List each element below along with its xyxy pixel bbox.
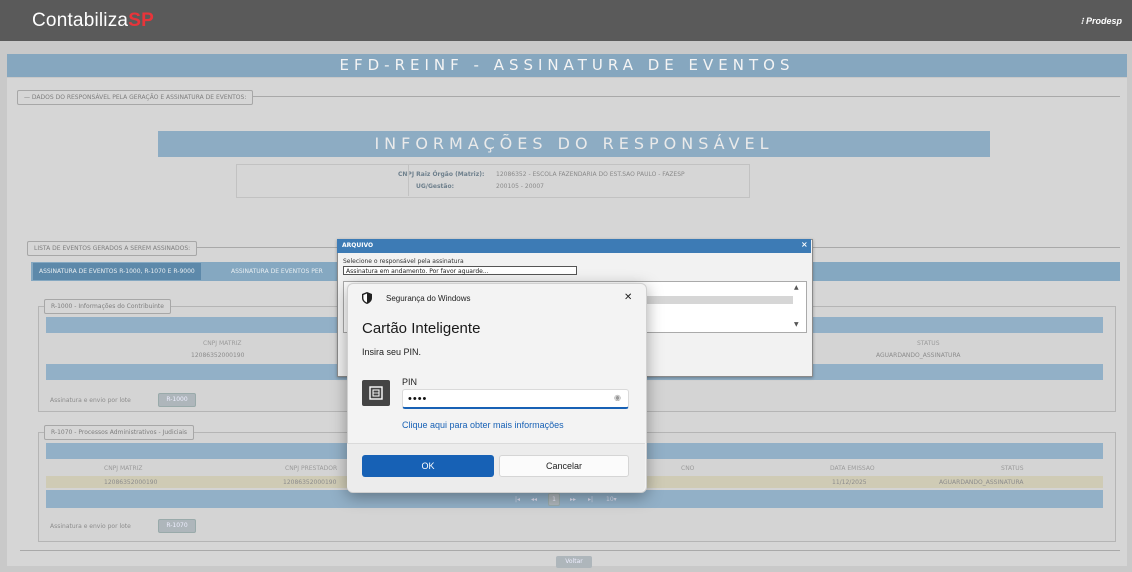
arquivo-status-field: Assinatura em andamento. Por favor aguar… bbox=[343, 266, 577, 275]
smartcard-icon bbox=[362, 380, 390, 406]
logo-accent: SP bbox=[128, 10, 154, 31]
info-table-border bbox=[236, 164, 750, 198]
arquivo-title-bar: ARQUIVO bbox=[337, 239, 811, 253]
arquivo-list-selection[interactable] bbox=[643, 296, 793, 304]
arquivo-select-label: Selecione o responsável pela assinatura bbox=[343, 258, 464, 265]
shield-icon bbox=[362, 292, 372, 304]
back-button[interactable]: Voltar bbox=[556, 556, 592, 568]
r1070-col-data: DATA EMISSAO bbox=[830, 465, 875, 472]
r1070-cnpj-cell[interactable]: 12086352000190 bbox=[104, 479, 157, 486]
r1070-col-prestador: CNPJ PRESTADOR bbox=[285, 465, 338, 472]
info-table-divider bbox=[408, 164, 409, 196]
win-close-icon[interactable]: ✕ bbox=[624, 292, 632, 303]
app-logo[interactable]: ContabilizaSP bbox=[32, 10, 154, 32]
r1070-col-status: STATUS bbox=[1001, 465, 1024, 472]
win-subtitle: Insira seu PIN. bbox=[362, 347, 422, 357]
list-legend: LISTA DE EVENTOS GERADOS A SEREM ASSINAD… bbox=[27, 241, 198, 256]
resp-legend-text: DADOS DO RESPONSÁVEL PELA GERAÇÃO E ASSI… bbox=[31, 94, 247, 101]
r1070-data-cell[interactable]: 11/12/2025 bbox=[832, 479, 867, 486]
top-bar bbox=[0, 0, 1132, 41]
r1000-legend: R-1000 - Informações do Contribuinte bbox=[44, 299, 171, 314]
prodesp-logo: ⁝ Prodesp bbox=[1081, 16, 1122, 27]
r1070-batch-button[interactable]: R-1070 bbox=[158, 519, 196, 533]
more-info-link[interactable]: Clique aqui para obter mais informações bbox=[402, 420, 564, 430]
tab-assinatura-per[interactable]: ASSINATURA DE EVENTOS PER bbox=[225, 263, 329, 280]
reveal-password-icon[interactable]: ◉ bbox=[614, 393, 621, 402]
pin-input-value: •••• bbox=[408, 393, 428, 405]
r1000-col-status: STATUS bbox=[917, 340, 940, 347]
ok-button[interactable]: OK bbox=[362, 455, 494, 477]
r1070-status-cell[interactable]: AGUARDANDO_ASSINATURA bbox=[939, 479, 1023, 486]
pin-input[interactable] bbox=[402, 389, 629, 409]
collapse-icon: — bbox=[24, 94, 32, 101]
r1070-prestador-cell[interactable]: 12086352000190 bbox=[283, 479, 336, 486]
r1070-col-cnpj: CNPJ MATRIZ bbox=[104, 465, 143, 472]
r1000-batch-button[interactable]: R-1000 bbox=[158, 393, 196, 407]
arquivo-title: ARQUIVO bbox=[342, 242, 374, 249]
scroll-up-icon[interactable]: ▲ bbox=[794, 284, 799, 291]
r1070-legend: R-1070 - Processos Administrativos - Jud… bbox=[44, 425, 195, 440]
r1070-col-cno: CNO bbox=[681, 465, 695, 472]
page-number[interactable]: 1 bbox=[548, 493, 560, 506]
pin-label: PIN bbox=[402, 377, 418, 387]
r1000-cnpj-cell[interactable]: 12086352000190 bbox=[191, 352, 244, 359]
r1000-col-cnpj: CNPJ MATRIZ bbox=[203, 340, 242, 347]
page-size-select[interactable]: 10▾ bbox=[606, 496, 617, 503]
r1070-batch-label: Assinatura e envio por lote bbox=[50, 523, 131, 530]
r1000-batch-label: Assinatura e envio por lote bbox=[50, 397, 131, 404]
arquivo-close-icon[interactable]: × bbox=[801, 240, 808, 249]
prodesp-text: Prodesp bbox=[1085, 16, 1122, 26]
tab-assinatura-r1000[interactable]: ASSINATURA DE EVENTOS R-1000, R-1070 E R… bbox=[33, 263, 201, 280]
cancel-button[interactable]: Cancelar bbox=[499, 455, 629, 477]
r1000-status-cell[interactable]: AGUARDANDO_ASSINATURA bbox=[876, 352, 960, 359]
last-page-icon[interactable]: ▸| bbox=[588, 496, 593, 503]
info-table: CNPJ Raiz Órgão (Matriz): 12086352 - ESC… bbox=[158, 160, 990, 204]
resp-legend[interactable]: — DADOS DO RESPONSÁVEL PELA GERAÇÃO E AS… bbox=[17, 90, 254, 105]
first-page-icon[interactable]: |◂ bbox=[515, 496, 520, 503]
win-title: Cartão Inteligente bbox=[362, 320, 481, 337]
win-header-text: Segurança do Windows bbox=[386, 294, 471, 303]
logo-main: Contabiliza bbox=[32, 10, 129, 31]
prev-page-icon[interactable]: ◂◂ bbox=[531, 496, 537, 503]
chevron-down-icon: ▾ bbox=[613, 496, 617, 503]
info-title: INFORMAÇÕES DO RESPONSÁVEL bbox=[374, 134, 774, 153]
bottom-divider bbox=[20, 550, 1120, 551]
page-title: EFD-REINF - ASSINATURA DE EVENTOS bbox=[339, 56, 795, 74]
scroll-down-icon[interactable]: ▼ bbox=[794, 321, 799, 328]
page-size-value: 10 bbox=[606, 496, 614, 503]
next-page-icon[interactable]: ▸▸ bbox=[570, 496, 576, 503]
